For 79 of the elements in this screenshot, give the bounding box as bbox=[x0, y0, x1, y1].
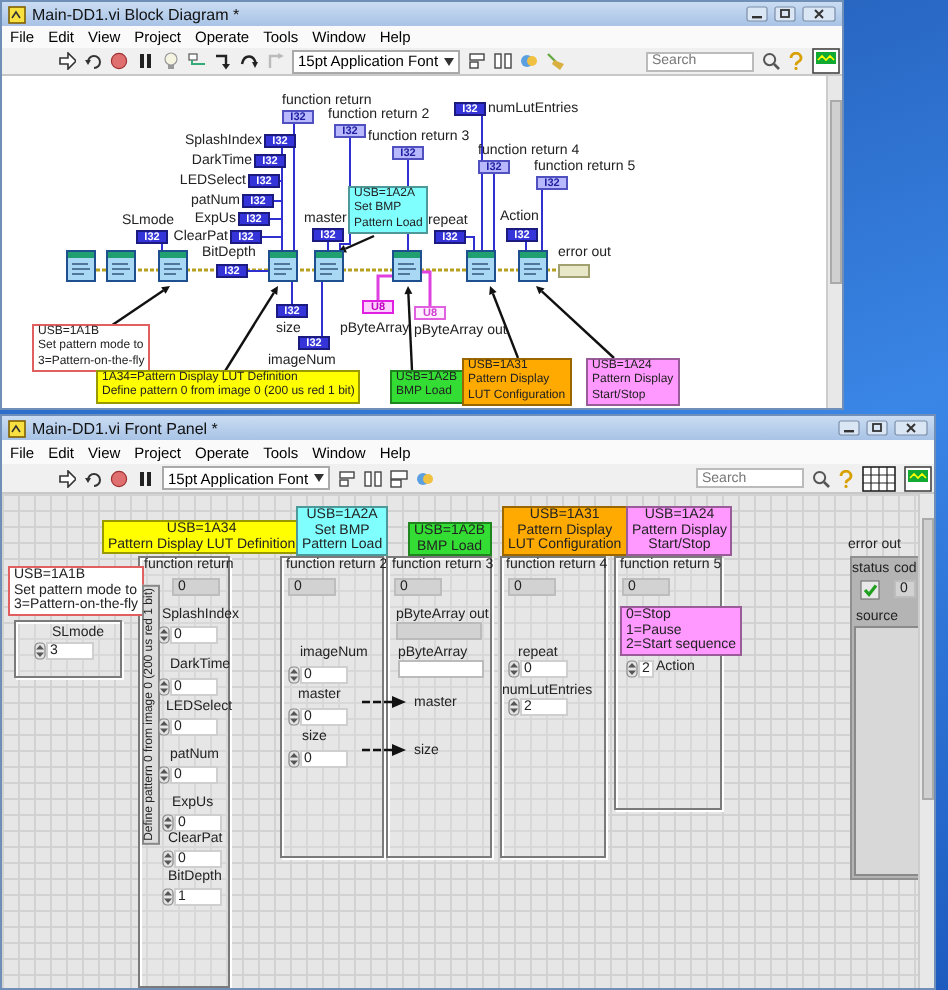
vertical-scrollbar[interactable] bbox=[826, 76, 842, 408]
spinner-icon[interactable] bbox=[288, 750, 300, 768]
step-over-icon[interactable] bbox=[240, 52, 258, 70]
pause-icon[interactable] bbox=[136, 469, 154, 487]
wire bbox=[493, 173, 495, 251]
spinner-icon[interactable] bbox=[288, 708, 300, 726]
align-icon[interactable] bbox=[338, 469, 357, 487]
lightbulb-icon[interactable] bbox=[162, 52, 180, 70]
spinner-icon[interactable] bbox=[508, 698, 520, 716]
distribute-icon[interactable] bbox=[494, 52, 513, 70]
connector-pane-icon[interactable] bbox=[862, 465, 896, 491]
scrollbar-thumb[interactable] bbox=[829, 100, 841, 285]
window-title: Main-DD1.vi Front Panel * bbox=[32, 419, 220, 437]
resize-icon[interactable] bbox=[390, 469, 409, 487]
search-icon[interactable] bbox=[812, 469, 830, 487]
app-icon bbox=[8, 5, 26, 23]
run-arrow-icon[interactable] bbox=[58, 52, 76, 70]
wire bbox=[161, 243, 163, 251]
stop-icon[interactable] bbox=[110, 52, 128, 70]
maximize-button[interactable] bbox=[774, 6, 796, 22]
wire bbox=[321, 281, 323, 337]
spinner-icon[interactable] bbox=[162, 814, 174, 832]
spinner-icon[interactable] bbox=[162, 888, 174, 906]
minimize-button[interactable] bbox=[746, 6, 768, 22]
wire bbox=[247, 270, 269, 272]
subvi-icon bbox=[268, 250, 298, 282]
wire bbox=[541, 189, 543, 251]
spinner-icon[interactable] bbox=[508, 660, 520, 678]
wire bbox=[422, 270, 432, 306]
maximize-button[interactable] bbox=[866, 420, 888, 436]
stop-icon[interactable] bbox=[110, 469, 128, 487]
vi-icon[interactable] bbox=[812, 48, 840, 74]
app-icon bbox=[8, 419, 26, 437]
wire bbox=[481, 115, 483, 251]
subvi-icon bbox=[106, 250, 136, 282]
wire-icon[interactable] bbox=[188, 52, 206, 70]
array-indicator bbox=[396, 622, 482, 640]
close-button[interactable] bbox=[802, 6, 836, 22]
spinner-icon[interactable] bbox=[288, 666, 300, 684]
spinner-icon[interactable] bbox=[158, 626, 170, 644]
spinner-icon[interactable] bbox=[158, 678, 170, 696]
caret-icon bbox=[314, 474, 325, 482]
window-title: Main-DD1.vi Block Diagram * bbox=[32, 5, 242, 23]
wire bbox=[525, 241, 527, 251]
circular-arrows-icon[interactable] bbox=[84, 469, 102, 487]
spinner-icon[interactable] bbox=[162, 850, 174, 868]
pause-icon[interactable] bbox=[136, 52, 154, 70]
subvi-icon bbox=[66, 250, 96, 282]
wire bbox=[376, 274, 392, 300]
close-button[interactable] bbox=[894, 420, 928, 436]
wire bbox=[291, 281, 293, 305]
run-arrow-icon[interactable] bbox=[58, 469, 76, 487]
vi-icon[interactable] bbox=[904, 465, 932, 491]
wire bbox=[465, 236, 475, 251]
leader-arrow bbox=[489, 286, 520, 359]
distribute-icon[interactable] bbox=[364, 469, 383, 487]
vertical-scrollbar[interactable] bbox=[918, 494, 934, 988]
subvi-icon bbox=[466, 250, 496, 282]
wire bbox=[327, 241, 329, 251]
spinner-icon[interactable] bbox=[158, 718, 170, 736]
step-into-icon[interactable] bbox=[214, 52, 232, 70]
arrow-icon bbox=[362, 696, 406, 708]
minimize-button[interactable] bbox=[838, 420, 860, 436]
align-icon[interactable] bbox=[468, 52, 487, 70]
spinner-icon[interactable] bbox=[626, 660, 638, 678]
subvi-icon bbox=[392, 250, 422, 282]
caret-icon bbox=[444, 57, 455, 65]
subvi-icon bbox=[314, 250, 344, 282]
circular-arrows-icon[interactable] bbox=[84, 52, 102, 70]
subvi-icon bbox=[158, 250, 188, 282]
scrollbar-thumb[interactable] bbox=[921, 518, 933, 800]
subvi-icon bbox=[518, 250, 548, 282]
spinner-icon[interactable] bbox=[158, 766, 170, 784]
array-field[interactable] bbox=[398, 660, 484, 678]
spinner-icon[interactable] bbox=[34, 642, 46, 660]
wire bbox=[293, 123, 295, 251]
search-icon[interactable] bbox=[762, 52, 780, 70]
leader-arrow bbox=[536, 286, 615, 359]
arrow-icon bbox=[362, 744, 406, 756]
